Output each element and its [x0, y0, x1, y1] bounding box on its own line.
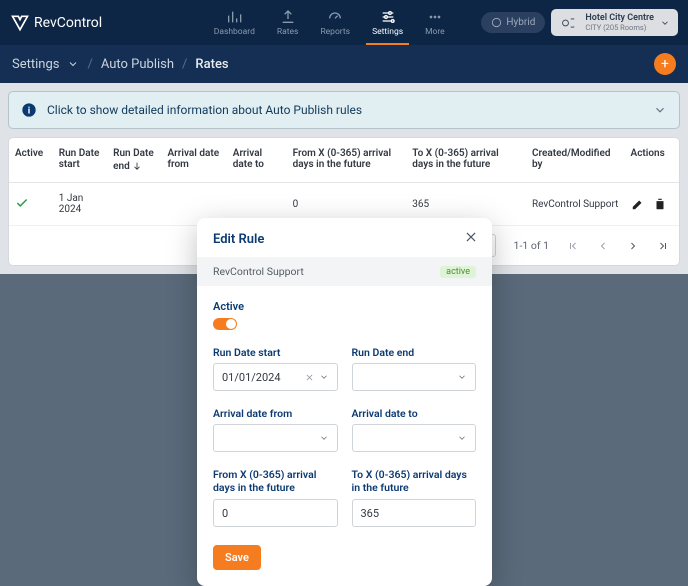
cell-run-end: [107, 183, 161, 226]
crumb-settings[interactable]: Settings: [12, 57, 59, 72]
nav-reports[interactable]: Reports: [314, 7, 356, 39]
breadcrumb-bar: Settings / Auto Publish / Rates +: [0, 45, 688, 83]
run-end-select[interactable]: [352, 363, 477, 391]
th-from-x[interactable]: From X (0-365) arrival days in the futur…: [287, 138, 407, 183]
chevron-down-icon: [457, 372, 467, 382]
from-x-input[interactable]: [213, 499, 338, 527]
run-start-label: Run Date start: [213, 346, 338, 359]
hotel-sub: CITY (205 Rooms): [585, 23, 654, 32]
arr-from-select[interactable]: [213, 424, 338, 452]
save-button[interactable]: Save: [213, 545, 261, 570]
th-actions: Actions: [625, 138, 679, 183]
crumb-auto-publish[interactable]: Auto Publish: [101, 57, 174, 72]
brand-text: RevControl: [34, 15, 102, 31]
modal-title: Edit Rule: [213, 232, 476, 247]
th-to-x[interactable]: To X (0-365) arrival days in the future: [406, 138, 526, 183]
chevron-down-icon: [653, 103, 667, 117]
upload-icon: [280, 9, 296, 25]
active-toggle[interactable]: [213, 318, 237, 330]
arr-from-label: Arrival date from: [213, 407, 338, 420]
nav-more[interactable]: More: [419, 7, 451, 39]
logo-icon: [10, 13, 30, 33]
run-start-select[interactable]: 01/01/2024: [213, 363, 338, 391]
active-label: Active: [213, 300, 476, 313]
hotel-logo-icon: [559, 16, 579, 30]
cell-run-start: 1 Jan 2024: [53, 183, 107, 226]
top-nav-menu: Dashboard Rates Reports Settings More: [208, 7, 451, 39]
edit-rule-modal: Edit Rule RevControl Support active Acti…: [197, 218, 492, 586]
nav-rates[interactable]: Rates: [271, 7, 305, 39]
run-start-value: 01/01/2024: [222, 371, 305, 384]
top-nav: RevControl Dashboard Rates Reports Setti…: [0, 0, 688, 45]
crumb-sep: /: [182, 57, 187, 72]
check-icon: [15, 196, 29, 210]
th-created-by[interactable]: Created/Modified by: [526, 138, 625, 183]
close-icon[interactable]: [464, 230, 478, 244]
crumb-rates: Rates: [195, 57, 228, 72]
nav-settings[interactable]: Settings: [366, 7, 409, 39]
arr-to-select[interactable]: [352, 424, 477, 452]
nav-label: Dashboard: [214, 27, 255, 37]
bar-chart-icon: [226, 9, 242, 25]
hybrid-icon: [491, 17, 502, 28]
page-prev-icon[interactable]: [597, 240, 609, 252]
chevron-down-icon: [319, 372, 329, 382]
brand-logo[interactable]: RevControl: [10, 13, 102, 33]
page-next-icon[interactable]: [627, 240, 639, 252]
th-arr-to[interactable]: Arrival date to: [227, 138, 287, 183]
to-x-label: To X (0-365) arrival days in the future: [352, 468, 477, 495]
gauge-icon: [327, 9, 343, 25]
page-first-icon[interactable]: [567, 240, 579, 252]
status-badge: active: [440, 266, 476, 278]
chevron-down-icon: [660, 18, 670, 28]
th-active[interactable]: Active: [9, 138, 53, 183]
sliders-icon: [380, 9, 396, 25]
nav-label: Reports: [320, 27, 350, 37]
banner-text: Click to show detailed information about…: [47, 103, 362, 117]
chevron-down-icon: [457, 433, 467, 443]
chevron-down-icon[interactable]: [67, 58, 79, 70]
th-arr-from[interactable]: Arrival date from: [162, 138, 227, 183]
chevron-down-icon: [319, 433, 329, 443]
edit-icon[interactable]: [631, 197, 645, 211]
th-run-end[interactable]: Run Date end: [107, 138, 161, 183]
arrow-down-icon: [132, 161, 142, 171]
add-rule-button[interactable]: +: [654, 53, 676, 75]
to-x-input[interactable]: [352, 499, 477, 527]
hotel-selector[interactable]: Hotel City Centre CITY (205 Rooms): [551, 9, 678, 36]
from-x-label: From X (0-365) arrival days in the futur…: [213, 468, 338, 495]
nav-label: More: [425, 27, 445, 37]
info-icon: i: [21, 102, 37, 118]
page-last-icon[interactable]: [657, 240, 669, 252]
hybrid-button[interactable]: Hybrid: [481, 12, 545, 33]
nav-label: Settings: [372, 27, 403, 37]
delete-icon[interactable]: [653, 197, 667, 211]
hybrid-label: Hybrid: [506, 17, 535, 28]
cell-created-by: RevControl Support: [526, 183, 625, 226]
nav-label: Rates: [277, 27, 299, 37]
nav-dashboard[interactable]: Dashboard: [208, 7, 261, 39]
modal-meta-row: RevControl Support active: [197, 257, 492, 286]
svg-text:i: i: [28, 105, 30, 116]
run-end-label: Run Date end: [352, 346, 477, 359]
dots-icon: [427, 9, 443, 25]
crumb-sep: /: [87, 57, 92, 72]
modal-meta-user: RevControl Support: [213, 265, 304, 278]
clear-icon[interactable]: [305, 373, 314, 382]
pager-range: 1-1 of 1: [514, 239, 549, 252]
th-run-start[interactable]: Run Date start: [53, 138, 107, 183]
hotel-name: Hotel City Centre: [585, 13, 654, 23]
arr-to-label: Arrival date to: [352, 407, 477, 420]
info-banner[interactable]: i Click to show detailed information abo…: [8, 91, 680, 129]
